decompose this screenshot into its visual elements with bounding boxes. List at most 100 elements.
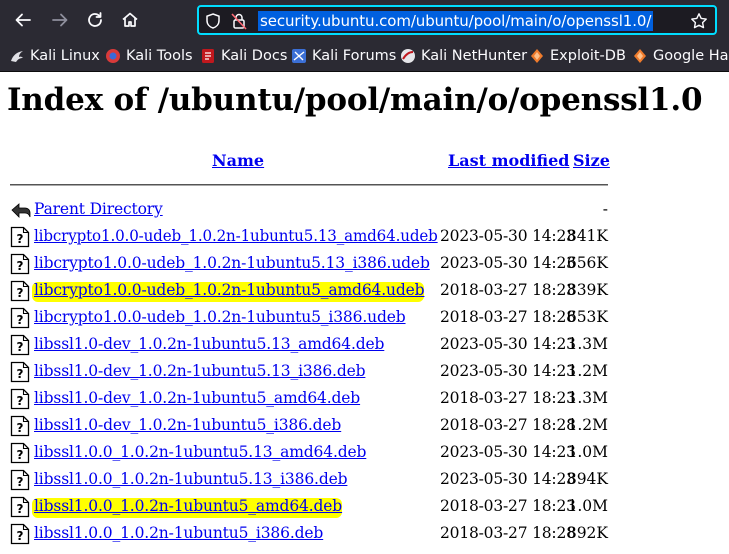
file-row: ? libcrypto1.0.0-udeb_1.0.2n-1ubuntu5.13_… (0, 224, 729, 250)
svg-text:?: ? (17, 502, 24, 516)
parent-size: - (602, 200, 608, 218)
file-link[interactable]: libssl1.0-dev_1.0.2n-1ubuntu5_amd64.deb (34, 389, 360, 407)
kali-tools-icon (105, 48, 121, 64)
browser-toolbar: security.ubuntu.com/ubuntu/pool/main/o/o… (0, 0, 729, 40)
file-size: 841K (566, 227, 608, 245)
file-row: ? libssl1.0.0_1.0.2n-1ubuntu5.13_amd64.de… (0, 440, 729, 466)
svg-text:?: ? (17, 421, 24, 435)
reload-icon (88, 12, 102, 27)
file-row: ? libssl1.0.0_1.0.2n-1ubuntu5_amd64.deb 20… (0, 494, 729, 520)
unknown-file-icon: ? (10, 523, 30, 545)
exploit-db-icon (529, 48, 545, 64)
bookmark-kali-dragon[interactable]: Kali Linux (9, 46, 100, 66)
shield-icon[interactable] (204, 12, 222, 30)
file-date: 2018-03-27 18:23 (440, 281, 576, 299)
bookmarks-toolbar: Kali Linux Kali Tools Kali Docs Kali Forums… (0, 40, 729, 72)
bookmark-kali-nethunter[interactable]: Kali NetHunter (400, 46, 527, 66)
file-link[interactable]: libcrypto1.0.0-udeb_1.0.2n-1ubuntu5.13_a… (34, 227, 438, 245)
page-content: Index of /ubuntu/pool/main/o/openssl1.0 … (0, 72, 729, 554)
bookmark-label: Kali Docs (221, 48, 288, 64)
parent-directory-link[interactable]: Parent Directory (34, 200, 163, 218)
file-row: ? libssl1.0.0_1.0.2n-1ubuntu5_i386.deb 201… (0, 521, 729, 547)
bookmark-label: Google Hac (653, 48, 729, 64)
svg-text:?: ? (17, 448, 24, 462)
file-link[interactable]: libssl1.0.0_1.0.2n-1ubuntu5.13_amd64.deb (34, 443, 366, 461)
file-size: 1.2M (567, 416, 608, 434)
file-row: ? libssl1.0.0_1.0.2n-1ubuntu5.13_i386.deb… (0, 467, 729, 493)
file-date: 2018-03-27 18:23 (440, 389, 576, 407)
bookmark-google-hacking[interactable]: Google Hac (632, 46, 729, 66)
bookmark-label: Kali NetHunter (421, 48, 528, 64)
insecure-lock-icon[interactable] (230, 12, 248, 30)
file-date: 2023-05-30 14:23 (440, 362, 576, 380)
file-date: 2023-05-30 14:23 (440, 335, 576, 353)
file-size: 653K (566, 308, 608, 326)
bookmark-kali-tools[interactable]: Kali Tools (105, 46, 193, 66)
svg-text:?: ? (17, 367, 24, 381)
file-link[interactable]: libcrypto1.0.0-udeb_1.0.2n-1ubuntu5.13_i… (34, 254, 430, 272)
file-date: 2018-03-27 18:28 (440, 416, 576, 434)
file-date: 2018-03-27 18:23 (440, 497, 576, 515)
unknown-file-icon: ? (10, 469, 30, 491)
svg-text:?: ? (17, 259, 24, 273)
unknown-file-icon: ? (10, 226, 30, 248)
file-link[interactable]: libssl1.0.0_1.0.2n-1ubuntu5.13_i386.deb (34, 470, 348, 488)
url-bar[interactable]: security.ubuntu.com/ubuntu/pool/main/o/o… (197, 5, 717, 35)
unknown-file-icon: ? (10, 388, 30, 410)
column-header-name[interactable]: Name (212, 151, 264, 170)
file-size: 892K (566, 524, 608, 542)
back-button[interactable] (7, 6, 39, 34)
header-divider (10, 184, 608, 186)
unknown-file-icon: ? (10, 361, 30, 383)
bookmark-kali-forums[interactable]: Kali Forums (291, 46, 396, 66)
file-size: 839K (566, 281, 608, 299)
google-hacking-icon (632, 48, 648, 64)
file-link[interactable]: libcrypto1.0.0-udeb_1.0.2n-1ubuntu5_amd6… (34, 281, 425, 299)
file-row: ? libssl1.0-dev_1.0.2n-1ubuntu5.13_i386.d… (0, 359, 729, 385)
column-header-last-modified[interactable]: Last modified (448, 151, 569, 170)
file-link[interactable]: libssl1.0-dev_1.0.2n-1ubuntu5.13_amd64.d… (34, 335, 384, 353)
unknown-file-icon: ? (10, 496, 30, 518)
svg-text:?: ? (17, 475, 24, 489)
file-link[interactable]: libssl1.0-dev_1.0.2n-1ubuntu5.13_i386.de… (34, 362, 366, 380)
unknown-file-icon: ? (10, 280, 30, 302)
file-row: ? libssl1.0-dev_1.0.2n-1ubuntu5.13_amd64.… (0, 332, 729, 358)
svg-text:?: ? (17, 232, 24, 246)
file-row: ? libssl1.0-dev_1.0.2n-1ubuntu5_i386.deb 2… (0, 413, 729, 439)
svg-text:?: ? (17, 340, 24, 354)
kali-forums-icon (291, 48, 307, 64)
bookmark-exploit-db[interactable]: Exploit-DB (529, 46, 626, 66)
file-date: 2023-05-30 14:23 (440, 470, 576, 488)
unknown-file-icon: ? (10, 442, 30, 464)
page-title: Index of /ubuntu/pool/main/o/openssl1.0 (7, 82, 703, 118)
svg-text:?: ? (17, 313, 24, 327)
file-link[interactable]: libssl1.0-dev_1.0.2n-1ubuntu5_i386.deb (34, 416, 341, 434)
file-date: 2023-05-30 14:23 (440, 254, 576, 272)
svg-text:?: ? (17, 394, 24, 408)
bookmark-kali-docs[interactable]: Kali Docs (200, 46, 287, 66)
home-button[interactable] (114, 6, 146, 34)
forward-button[interactable] (44, 6, 76, 34)
file-size: 894K (566, 470, 608, 488)
back-folder-icon (10, 199, 31, 221)
unknown-file-icon: ? (10, 307, 30, 329)
file-link[interactable]: libcrypto1.0.0-udeb_1.0.2n-1ubuntu5_i386… (34, 308, 406, 326)
unknown-file-icon: ? (10, 334, 30, 356)
reload-button[interactable] (79, 6, 111, 34)
bookmark-label: Kali Linux (30, 48, 100, 64)
svg-text:?: ? (17, 286, 24, 300)
file-row: ? libcrypto1.0.0-udeb_1.0.2n-1ubuntu5_amd… (0, 278, 729, 304)
bookmark-label: Exploit-DB (550, 48, 626, 64)
file-size: 1.2M (567, 362, 608, 380)
column-header-size[interactable]: Size (573, 151, 610, 170)
file-date: 2023-05-30 14:23 (440, 443, 576, 461)
url-text[interactable]: security.ubuntu.com/ubuntu/pool/main/o/o… (258, 11, 654, 31)
file-size: 656K (566, 254, 608, 272)
bookmark-star-icon[interactable] (690, 12, 708, 30)
file-link[interactable]: libssl1.0.0_1.0.2n-1ubuntu5_i386.deb (34, 524, 323, 542)
file-row: ? libssl1.0-dev_1.0.2n-1ubuntu5_amd64.deb… (0, 386, 729, 412)
svg-text:?: ? (17, 529, 24, 543)
file-link[interactable]: libssl1.0.0_1.0.2n-1ubuntu5_amd64.deb (34, 497, 342, 515)
kali-dragon-icon (9, 48, 25, 64)
file-row: ? libcrypto1.0.0-udeb_1.0.2n-1ubuntu5.13_… (0, 251, 729, 277)
